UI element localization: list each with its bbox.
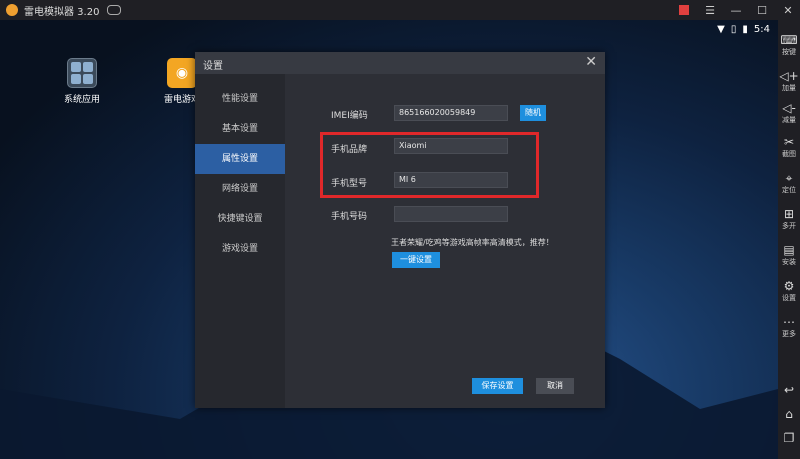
settings-dialog: 设置 ✕ 性能设置 基本设置 属性设置 网络设置 快捷键设置 游戏设置 IMEI… xyxy=(195,52,605,408)
volume-up-button[interactable]: ◁+ 加量 xyxy=(778,70,800,93)
dialog-header: 设置 ✕ xyxy=(195,52,605,74)
emulator-toolbar: ⌨ 按键 ◁+ 加量 ◁- 减量 ✂ 截图 ⌖ 定位 ⊞ 多开 ▤ 安装 ⚙ 设置 ⋯ 更多 ↩ … xyxy=(778,20,800,459)
screenshot-button[interactable]: ✂ 截图 xyxy=(778,136,800,159)
clock: 5:4 xyxy=(753,24,770,35)
title-bar: 雷电模拟器 3.20 ☰ — ☐ ✕ xyxy=(0,0,800,20)
more-dots-icon: ⋯ xyxy=(783,315,795,329)
menu-button[interactable]: ☰ xyxy=(704,4,716,17)
cancel-button[interactable]: 取消 xyxy=(536,378,574,394)
back-button[interactable]: ↩ xyxy=(778,384,800,397)
back-arrow-icon: ↩ xyxy=(783,383,795,397)
volume-down-button[interactable]: ◁- 减量 xyxy=(778,102,800,125)
settings-button[interactable]: ⚙ 设置 xyxy=(778,280,800,303)
system-apps-shortcut[interactable]: 系统应用 xyxy=(52,58,112,105)
imei-field[interactable]: 865166020059849 xyxy=(394,105,508,121)
recent-apps-icon: ❐ xyxy=(783,431,795,445)
app-logo-icon xyxy=(6,4,18,16)
volume-down-icon: ◁- xyxy=(782,101,796,115)
multi-window-icon: ⊞ xyxy=(783,207,795,221)
dialog-title: 设置 xyxy=(203,61,223,72)
nav-game[interactable]: 游戏设置 xyxy=(195,234,285,264)
home-button[interactable]: ⌂ xyxy=(778,408,800,421)
phone-field[interactable] xyxy=(394,206,508,222)
maximize-button[interactable]: ☐ xyxy=(756,4,768,17)
phone-label: 手机号码 xyxy=(331,212,368,222)
leidian-game-icon: ◉ xyxy=(167,58,197,88)
keymap-button[interactable]: ⌨ 按键 xyxy=(778,34,800,57)
minimize-button[interactable]: — xyxy=(730,4,742,17)
gamepad-icon[interactable] xyxy=(107,5,122,15)
nav-properties[interactable]: 属性设置 xyxy=(195,144,285,174)
no-sim-icon: ▯ xyxy=(730,24,737,35)
install-apk-button[interactable]: ▤ 安装 xyxy=(778,244,800,267)
highlight-box xyxy=(320,132,539,198)
gear-icon: ⚙ xyxy=(783,279,795,293)
one-click-settings-button[interactable]: 一键设置 xyxy=(392,252,440,268)
scissors-icon: ✂ xyxy=(783,135,795,149)
desktop-icon-label: 系统应用 xyxy=(63,95,100,105)
gift-icon xyxy=(679,5,689,15)
volume-up-icon: ◁+ xyxy=(779,69,799,83)
nav-hotkeys[interactable]: 快捷键设置 xyxy=(195,204,285,234)
home-icon: ⌂ xyxy=(785,407,793,421)
hint-text: 王者荣耀/吃鸡等游戏高帧率高清模式，推荐！ xyxy=(391,238,554,247)
keyboard-icon: ⌨ xyxy=(780,33,798,47)
apk-icon: ▤ xyxy=(783,243,795,257)
nav-network[interactable]: 网络设置 xyxy=(195,174,285,204)
gift-button[interactable] xyxy=(678,4,690,16)
location-button[interactable]: ⌖ 定位 xyxy=(778,172,800,195)
location-pin-icon: ⌖ xyxy=(785,171,793,185)
imei-label: IMEI编码 xyxy=(331,111,368,121)
close-window-button[interactable]: ✕ xyxy=(782,4,794,17)
random-imei-button[interactable]: 随机 xyxy=(520,105,546,121)
nav-basic[interactable]: 基本设置 xyxy=(195,114,285,144)
recent-apps-button[interactable]: ❐ xyxy=(778,432,800,445)
save-settings-button[interactable]: 保存设置 xyxy=(472,378,523,394)
settings-nav: 性能设置 基本设置 属性设置 网络设置 快捷键设置 游戏设置 xyxy=(195,74,285,408)
battery-icon: ▮ xyxy=(742,24,748,35)
wifi-icon: ▼ xyxy=(717,24,725,35)
window-controls: ☰ — ☐ ✕ xyxy=(678,0,794,20)
android-status-bar: ▼ ▯ ▮ 5:4 xyxy=(717,24,770,35)
window-title: 雷电模拟器 3.20 xyxy=(24,6,100,18)
more-button[interactable]: ⋯ 更多 xyxy=(778,316,800,339)
system-apps-icon xyxy=(67,58,97,88)
dialog-close-button[interactable]: ✕ xyxy=(585,54,597,70)
multi-instance-button[interactable]: ⊞ 多开 xyxy=(778,208,800,231)
nav-performance[interactable]: 性能设置 xyxy=(195,84,285,114)
